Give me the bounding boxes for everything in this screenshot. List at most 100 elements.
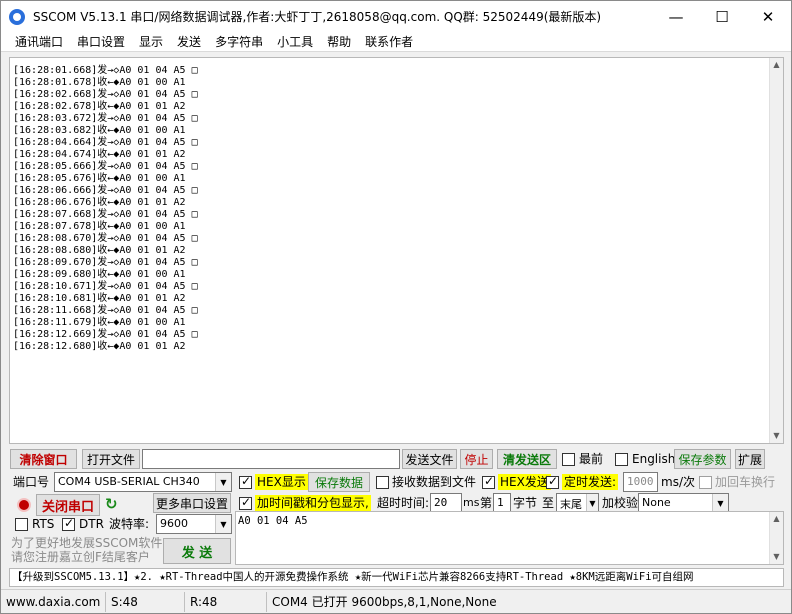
minimize-button[interactable]: — — [653, 1, 699, 32]
close-button[interactable]: ✕ — [745, 1, 791, 32]
timestamp-label: 加时间戳和分包显示, — [255, 495, 371, 511]
log-line: [16:28:07.668]发→◇A0 01 04 A5 □ — [13, 209, 198, 220]
english-label: English — [632, 452, 676, 466]
log-line: [16:28:11.668]发→◇A0 01 04 A5 □ — [13, 305, 198, 316]
app-window: SSCOM V5.13.1 串口/网络数据调试器,作者:大虾丁丁,2618058… — [0, 0, 792, 614]
log-line: [16:28:10.671]发→◇A0 01 04 A5 □ — [13, 281, 198, 292]
chevron-down-icon[interactable]: ▼ — [215, 515, 231, 533]
sscom-app-icon — [9, 8, 25, 25]
log-line: [16:28:03.682]收←◆A0 01 00 A1 — [13, 125, 186, 136]
promo-text: 为了更好地发展SSCOM软件 请您注册嘉立创F结尾客户 — [11, 536, 163, 564]
english-checkbox[interactable] — [615, 453, 628, 466]
log-lines: [16:28:01.668]发→◇A0 01 04 A5 □ [16:28:01.… — [13, 65, 198, 353]
port-label: 端口号 — [13, 475, 50, 489]
clear-window-button[interactable]: 清除窗口 — [10, 449, 77, 469]
rts-checkbox[interactable] — [15, 518, 28, 531]
file-path-input[interactable] — [142, 449, 400, 469]
clear-send-button[interactable]: 清发送区 — [497, 449, 557, 469]
log-line: [16:28:02.678]收←◆A0 01 01 A2 — [13, 101, 186, 112]
hex-send-checkbox[interactable] — [482, 474, 495, 489]
baud-label: 波特率: — [109, 517, 150, 531]
dtr-label: DTR — [79, 517, 104, 531]
log-line: [16:28:11.679]收←◆A0 01 00 A1 — [13, 317, 186, 328]
log-scrollbar[interactable]: ▲ ▼ — [769, 58, 783, 443]
scroll-up-arrow-icon[interactable]: ▲ — [770, 512, 783, 526]
log-line: [16:28:01.678]收←◆A0 01 00 A1 — [13, 77, 186, 88]
close-port-button[interactable]: 关闭串口 — [36, 494, 100, 516]
expand-button[interactable]: 扩展 — [735, 449, 765, 469]
recv-to-file-checkbox[interactable] — [376, 476, 389, 489]
log-line: [16:28:05.666]发→◇A0 01 04 A5 □ — [13, 161, 198, 172]
menu-send[interactable]: 发送 — [170, 33, 208, 50]
dtr-checkbox[interactable] — [62, 516, 75, 531]
log-line: [16:28:04.674]收←◆A0 01 01 A2 — [13, 149, 186, 160]
website-link[interactable]: www.daxia.com — [1, 591, 106, 612]
scroll-up-arrow-icon[interactable]: ▲ — [770, 58, 783, 72]
tail-select[interactable]: 末尾 ▼ — [556, 493, 599, 513]
log-line: [16:28:08.680]收←◆A0 01 01 A2 — [13, 245, 186, 256]
topmost-checkbox[interactable] — [562, 453, 575, 466]
log-line: [16:28:06.666]发→◇A0 01 04 A5 □ — [13, 185, 198, 196]
more-serial-settings-button[interactable]: 更多串口设置 — [153, 493, 231, 513]
recv-to-file-label: 接收数据到文件 — [392, 475, 477, 489]
byte-prefix-label: 第 — [480, 496, 493, 510]
scroll-down-arrow-icon[interactable]: ▼ — [770, 550, 783, 564]
log-line: [16:28:10.681]收←◆A0 01 01 A2 — [13, 293, 186, 304]
checksum-label: 加校验 — [602, 496, 639, 510]
log-line: [16:28:04.664]发→◇A0 01 04 A5 □ — [13, 137, 198, 148]
hex-display-checkbox[interactable] — [239, 474, 252, 489]
timeout-input[interactable]: 20 — [430, 493, 462, 513]
timed-unit-label: ms/次 — [661, 475, 695, 489]
log-line: [16:28:12.680]收←◆A0 01 01 A2 — [13, 341, 186, 352]
add-crlf-label: 加回车换行 — [715, 475, 776, 489]
port-select[interactable]: COM4 USB-SERIAL CH340 ▼ — [54, 472, 232, 492]
checksum-select-value: None — [642, 496, 671, 509]
send-button[interactable]: 发 送 — [163, 538, 231, 564]
chevron-down-icon[interactable]: ▼ — [586, 494, 598, 512]
menu-tools[interactable]: 小工具 — [270, 33, 320, 50]
save-params-button[interactable]: 保存参数 — [674, 449, 731, 469]
timestamp-checkbox[interactable] — [239, 495, 252, 510]
log-line: [16:28:08.670]发→◇A0 01 04 A5 □ — [13, 233, 198, 244]
log-line: [16:28:09.670]发→◇A0 01 04 A5 □ — [13, 257, 198, 268]
send-text-area[interactable]: A0 01 04 A5 ▲ ▼ — [235, 511, 784, 565]
tail-select-value: 末尾 — [560, 498, 582, 511]
log-line: [16:28:12.669]发→◇A0 01 04 A5 □ — [13, 329, 198, 340]
baud-select-value: 9600 — [160, 517, 188, 530]
stop-button[interactable]: 停止 — [460, 449, 493, 469]
rts-label: RTS — [32, 517, 55, 531]
send-file-button[interactable]: 发送文件 — [402, 449, 457, 469]
scroll-down-arrow-icon[interactable]: ▼ — [770, 429, 783, 443]
receive-log-area[interactable]: [16:28:01.668]发→◇A0 01 04 A5 □ [16:28:01.… — [9, 57, 784, 444]
timeout-unit-label: ms — [463, 496, 480, 509]
menu-serial-settings[interactable]: 串口设置 — [70, 33, 132, 50]
menu-display[interactable]: 显示 — [132, 33, 170, 50]
add-crlf-checkbox[interactable] — [699, 476, 712, 489]
byte-index-input[interactable]: 1 — [493, 493, 511, 513]
menu-contact-author[interactable]: 联系作者 — [358, 33, 420, 50]
timed-send-label: 定时发送: — [562, 474, 619, 490]
topmost-label: 最前 — [579, 452, 604, 466]
news-ticker[interactable]: 【升级到SSCOM5.13.1】★2. ★RT-Thread中国人的开源免费操作… — [9, 568, 784, 587]
status-bar: www.daxia.com S:48 R:48 COM4 已打开 9600bps… — [1, 589, 791, 613]
menu-help[interactable]: 帮助 — [320, 33, 358, 50]
sent-count: S:48 — [106, 591, 185, 612]
timed-send-checkbox[interactable] — [546, 474, 559, 489]
open-file-button[interactable]: 打开文件 — [82, 449, 140, 469]
menu-port[interactable]: 通讯端口 — [1, 33, 70, 50]
send-scrollbar[interactable]: ▲ ▼ — [769, 512, 783, 564]
maximize-button[interactable]: ☐ — [699, 1, 745, 32]
log-line: [16:28:02.668]发→◇A0 01 04 A5 □ — [13, 89, 198, 100]
hex-display-label: HEX显示 — [255, 474, 308, 490]
log-line: [16:28:06.676]收←◆A0 01 01 A2 — [13, 197, 186, 208]
refresh-port-icon[interactable]: ↻ — [105, 495, 118, 513]
to-label: 至 — [542, 496, 555, 510]
save-data-button[interactable]: 保存数据 — [308, 472, 370, 492]
hex-send-label: HEX发送 — [498, 474, 551, 490]
menu-multi-string[interactable]: 多字符串 — [208, 33, 270, 50]
checksum-select[interactable]: None ▼ — [638, 493, 729, 513]
chevron-down-icon[interactable]: ▼ — [215, 473, 231, 491]
timed-interval-input[interactable]: 1000 — [623, 472, 658, 492]
baud-select[interactable]: 9600 ▼ — [156, 514, 232, 534]
chevron-down-icon[interactable]: ▼ — [712, 494, 728, 512]
